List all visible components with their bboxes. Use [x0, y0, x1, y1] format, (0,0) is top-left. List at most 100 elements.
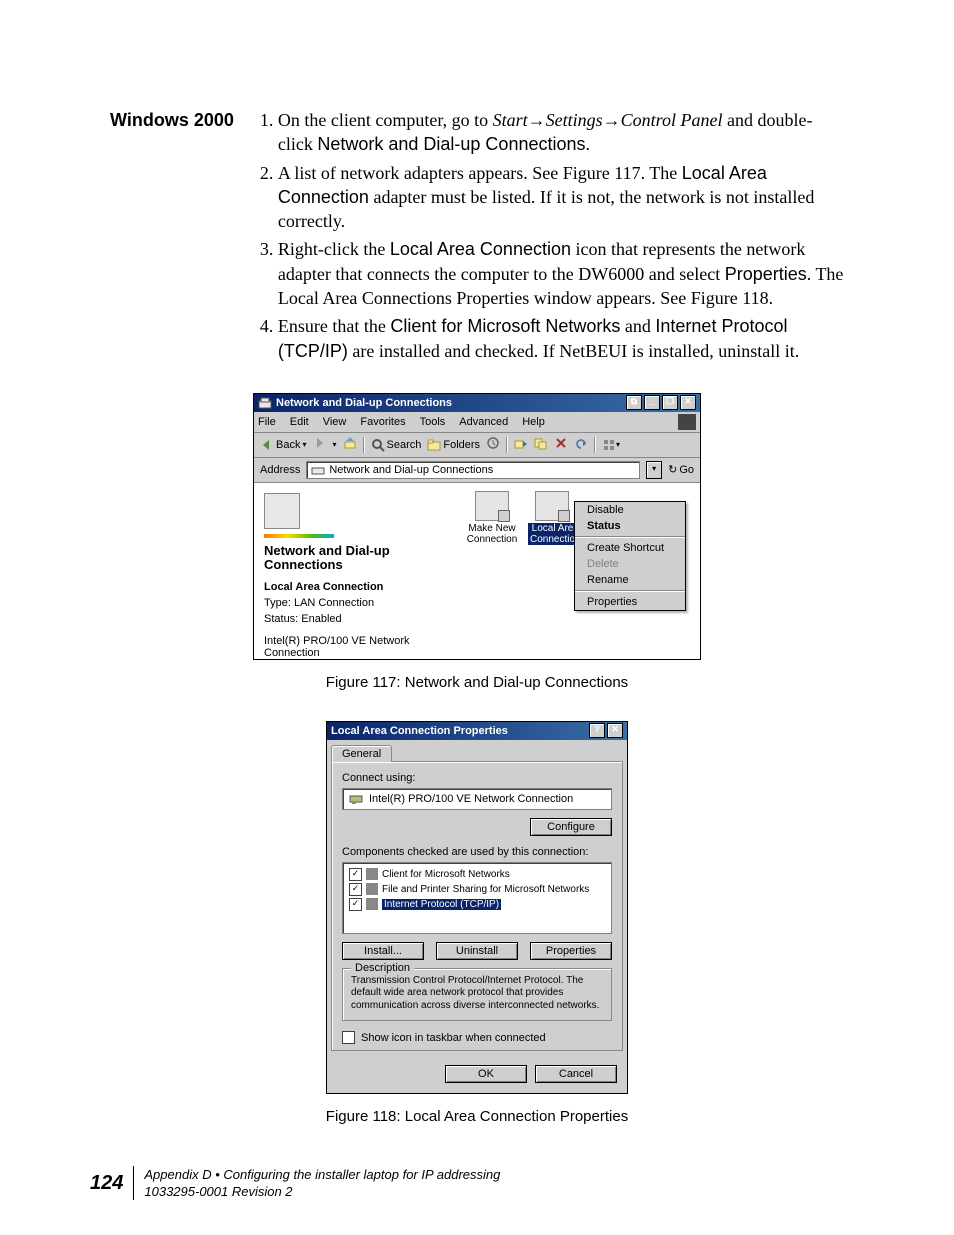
- ctx-divider-2: [575, 590, 685, 592]
- menu-view[interactable]: View: [323, 416, 347, 428]
- undo-button[interactable]: [574, 436, 588, 453]
- step-3: Right-click the Local Area Connection ic…: [278, 237, 844, 310]
- component-buttons: Install... Uninstall Properties: [342, 942, 612, 960]
- uninstall-button[interactable]: Uninstall: [436, 942, 518, 960]
- icon-area[interactable]: Make New Connection Local Area Connectio…: [454, 483, 700, 659]
- show-icon-checkbox[interactable]: [342, 1031, 355, 1044]
- back-button[interactable]: Back ▾: [260, 438, 306, 452]
- dialog-close-button[interactable]: ✕: [607, 723, 623, 738]
- ctx-rename[interactable]: Rename: [575, 572, 685, 588]
- menu-file[interactable]: File: [258, 416, 276, 428]
- figure-118-dialog: Local Area Connection Properties ? ✕ Gen…: [326, 721, 628, 1095]
- figure-117-window: Network and Dial-up Connections ⧉ _ ❐ ✕ …: [253, 393, 701, 660]
- configure-row: Configure: [342, 818, 612, 836]
- ctx-status[interactable]: Status: [575, 518, 685, 534]
- adapter-name: Intel(R) PRO/100 VE Network Connection: [369, 793, 573, 805]
- content-columns: Windows 2000 On the client computer, go …: [110, 108, 844, 367]
- forward-button[interactable]: [312, 436, 326, 453]
- address-dropdown[interactable]: ▾: [646, 461, 662, 479]
- cancel-button[interactable]: Cancel: [535, 1065, 617, 1083]
- menu-advanced[interactable]: Advanced: [459, 416, 508, 428]
- ok-button[interactable]: OK: [445, 1065, 527, 1083]
- status-row: Status: Enabled: [264, 613, 444, 625]
- explorer-body: Network and Dial-up Connections Local Ar…: [254, 483, 700, 659]
- folders-button[interactable]: Folders: [427, 438, 480, 452]
- menu-help[interactable]: Help: [522, 416, 545, 428]
- connect-using-label: Connect using:: [342, 772, 612, 784]
- window-titlebar[interactable]: Network and Dial-up Connections ⧉ _ ❐ ✕: [254, 394, 700, 412]
- move-to-button[interactable]: [514, 436, 528, 453]
- window-title: Network and Dial-up Connections: [276, 397, 626, 409]
- address-value: Network and Dial-up Connections: [329, 464, 493, 476]
- component-file-print[interactable]: ✓ File and Printer Sharing for Microsoft…: [349, 882, 605, 897]
- component-tcpip-label: Internet Protocol (TCP/IP): [382, 899, 501, 910]
- back-chrome-button[interactable]: ⧉: [626, 395, 642, 410]
- make-new-connection[interactable]: Make New Connection: [460, 491, 524, 545]
- figure-118-caption: Figure 118: Local Area Connection Proper…: [110, 1108, 844, 1125]
- copy-to-button[interactable]: [534, 436, 548, 453]
- ctx-properties[interactable]: Properties: [575, 594, 685, 610]
- divider-icon: [264, 534, 334, 538]
- toolbar: Back ▾ ▾ Search Folders: [254, 433, 700, 458]
- steps-column: On the client computer, go to Start→Sett…: [256, 108, 844, 367]
- type-row: Type: LAN Connection: [264, 597, 444, 609]
- properties-button[interactable]: Properties: [530, 942, 612, 960]
- close-button[interactable]: ✕: [680, 395, 696, 410]
- show-icon-label: Show icon in taskbar when connected: [361, 1032, 546, 1044]
- ctx-disable[interactable]: Disable: [575, 502, 685, 518]
- toolbar-separator-2: [506, 437, 508, 453]
- footer-line-2: 1033295-0001 Revision 2: [144, 1183, 500, 1201]
- history-button[interactable]: [486, 436, 500, 453]
- minimize-button[interactable]: _: [644, 395, 660, 410]
- checkbox-tcpip[interactable]: ✓: [349, 898, 362, 911]
- local-area-connection-icon: [535, 491, 569, 521]
- footer-divider: [133, 1166, 134, 1200]
- adapter-field: Intel(R) PRO/100 VE Network Connection: [342, 788, 612, 810]
- document-page: Windows 2000 On the client computer, go …: [0, 0, 954, 1235]
- tcpip-icon: [366, 898, 378, 910]
- dialup-small-icon: [311, 464, 325, 476]
- dialup-icon: [258, 396, 272, 410]
- address-label: Address: [260, 464, 300, 476]
- file-share-icon: [366, 883, 378, 895]
- ctx-create-shortcut[interactable]: Create Shortcut: [575, 540, 685, 556]
- dialog-title: Local Area Connection Properties: [331, 725, 589, 737]
- forward-dropdown[interactable]: ▾: [332, 440, 336, 449]
- make-new-connection-icon: [475, 491, 509, 521]
- search-button[interactable]: Search: [371, 438, 422, 452]
- up-button[interactable]: [343, 436, 357, 453]
- connections-folder-icon: [264, 493, 300, 529]
- footer-line-1: Appendix D • Configuring the installer l…: [144, 1166, 500, 1184]
- configure-button[interactable]: Configure: [530, 818, 612, 836]
- show-icon-row[interactable]: Show icon in taskbar when connected: [342, 1031, 612, 1044]
- tab-general[interactable]: General: [331, 745, 392, 762]
- section-heading: Windows 2000: [110, 108, 234, 367]
- go-arrow-icon: ↻: [668, 463, 677, 476]
- delete-button[interactable]: [554, 436, 568, 453]
- webview-left-pane: Network and Dial-up Connections Local Ar…: [254, 483, 454, 659]
- local-area-connection[interactable]: Local Area Connection: [528, 491, 576, 545]
- toolbar-separator-3: [594, 437, 596, 453]
- make-new-connection-label: Make New Connection: [460, 523, 524, 545]
- help-button[interactable]: ?: [589, 723, 605, 738]
- menu-favorites[interactable]: Favorites: [360, 416, 405, 428]
- address-field[interactable]: Network and Dial-up Connections: [306, 461, 640, 479]
- menu-tools[interactable]: Tools: [420, 416, 446, 428]
- menu-edit[interactable]: Edit: [290, 416, 309, 428]
- components-listbox[interactable]: ✓ Client for Microsoft Networks ✓ File a…: [342, 862, 612, 934]
- checkbox-client[interactable]: ✓: [349, 868, 362, 881]
- page-footer: 124 Appendix D • Configuring the install…: [90, 1166, 500, 1201]
- install-button[interactable]: Install...: [342, 942, 424, 960]
- description-legend: Description: [351, 962, 414, 974]
- component-client[interactable]: ✓ Client for Microsoft Networks: [349, 867, 605, 882]
- ctx-delete[interactable]: Delete: [575, 556, 685, 572]
- views-button[interactable]: ▾: [602, 438, 620, 452]
- maximize-button[interactable]: ❐: [662, 395, 678, 410]
- windows-logo-icon: [678, 414, 696, 430]
- checkbox-file-print[interactable]: ✓: [349, 883, 362, 896]
- go-button[interactable]: ↻ Go: [668, 463, 694, 476]
- component-tcpip[interactable]: ✓ Internet Protocol (TCP/IP): [349, 897, 605, 912]
- dialog-titlebar[interactable]: Local Area Connection Properties ? ✕: [327, 722, 627, 740]
- context-menu[interactable]: Disable Status Create Shortcut Delete Re…: [574, 501, 686, 611]
- ctx-divider-1: [575, 536, 685, 538]
